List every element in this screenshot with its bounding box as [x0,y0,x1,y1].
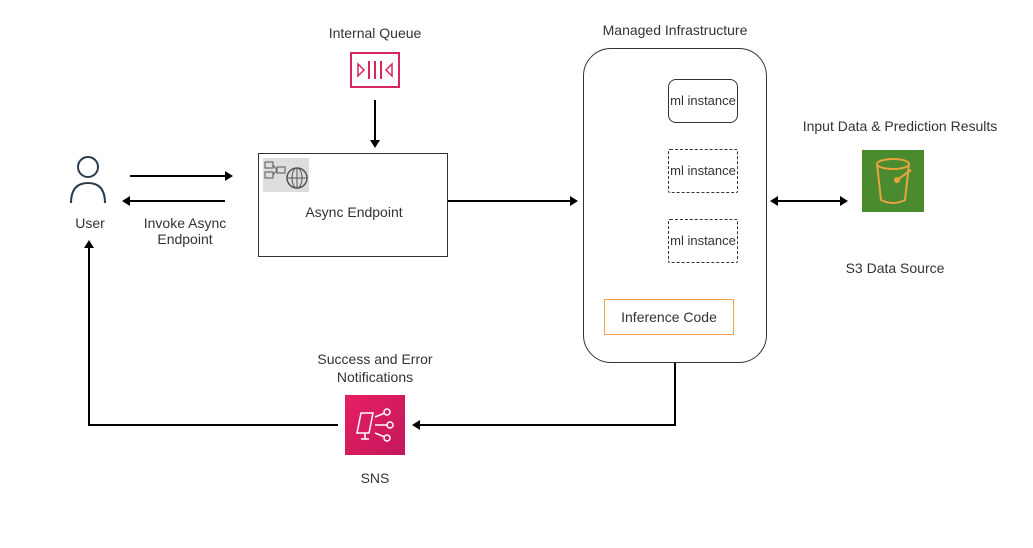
user-label: User [70,215,110,231]
ml-instance-box-1: ml instance [668,79,738,123]
arrow-infra-s3 [778,200,840,202]
async-endpoint-label: Async Endpoint [289,204,419,220]
ml-instance-label-1: ml instance [670,94,736,108]
async-endpoint-box: Async Endpoint [258,153,448,257]
user-icon [68,155,108,210]
inference-code-label: Inference Code [621,309,717,325]
internal-queue-label: Internal Queue [320,25,430,41]
s3-label: S3 Data Source [840,260,950,276]
ml-instance-label-2: ml instance [670,164,736,178]
sns-label: SNS [355,470,395,486]
managed-infra-box: ml instance ml instance ml instance Infe… [583,48,767,363]
managed-infra-label: Managed Infrastructure [590,22,760,38]
inference-code-box: Inference Code [604,299,734,335]
ml-instance-box-2: ml instance [668,149,738,193]
success-error-label: Success and Error Notifications [300,350,450,386]
arrow-endpoint-to-user [130,200,225,202]
arrow-infra-sns-horiz [420,424,676,426]
ml-instance-label-3: ml instance [670,234,736,248]
arrow-sns-user-horiz [88,424,338,426]
arrow-endpoint-to-infra [448,200,570,202]
arrow-user-to-endpoint [130,175,225,177]
arrow-infra-down [674,363,676,425]
arrow-sns-user-vert [88,248,90,425]
invoke-label: Invoke Async Endpoint [135,215,235,247]
arrow-queue-to-endpoint [374,100,376,140]
input-data-label: Input Data & Prediction Results [795,118,1005,134]
ml-instance-box-3: ml instance [668,219,738,263]
s3-icon [862,150,924,212]
queue-icon [350,52,400,88]
sns-icon [345,395,405,455]
